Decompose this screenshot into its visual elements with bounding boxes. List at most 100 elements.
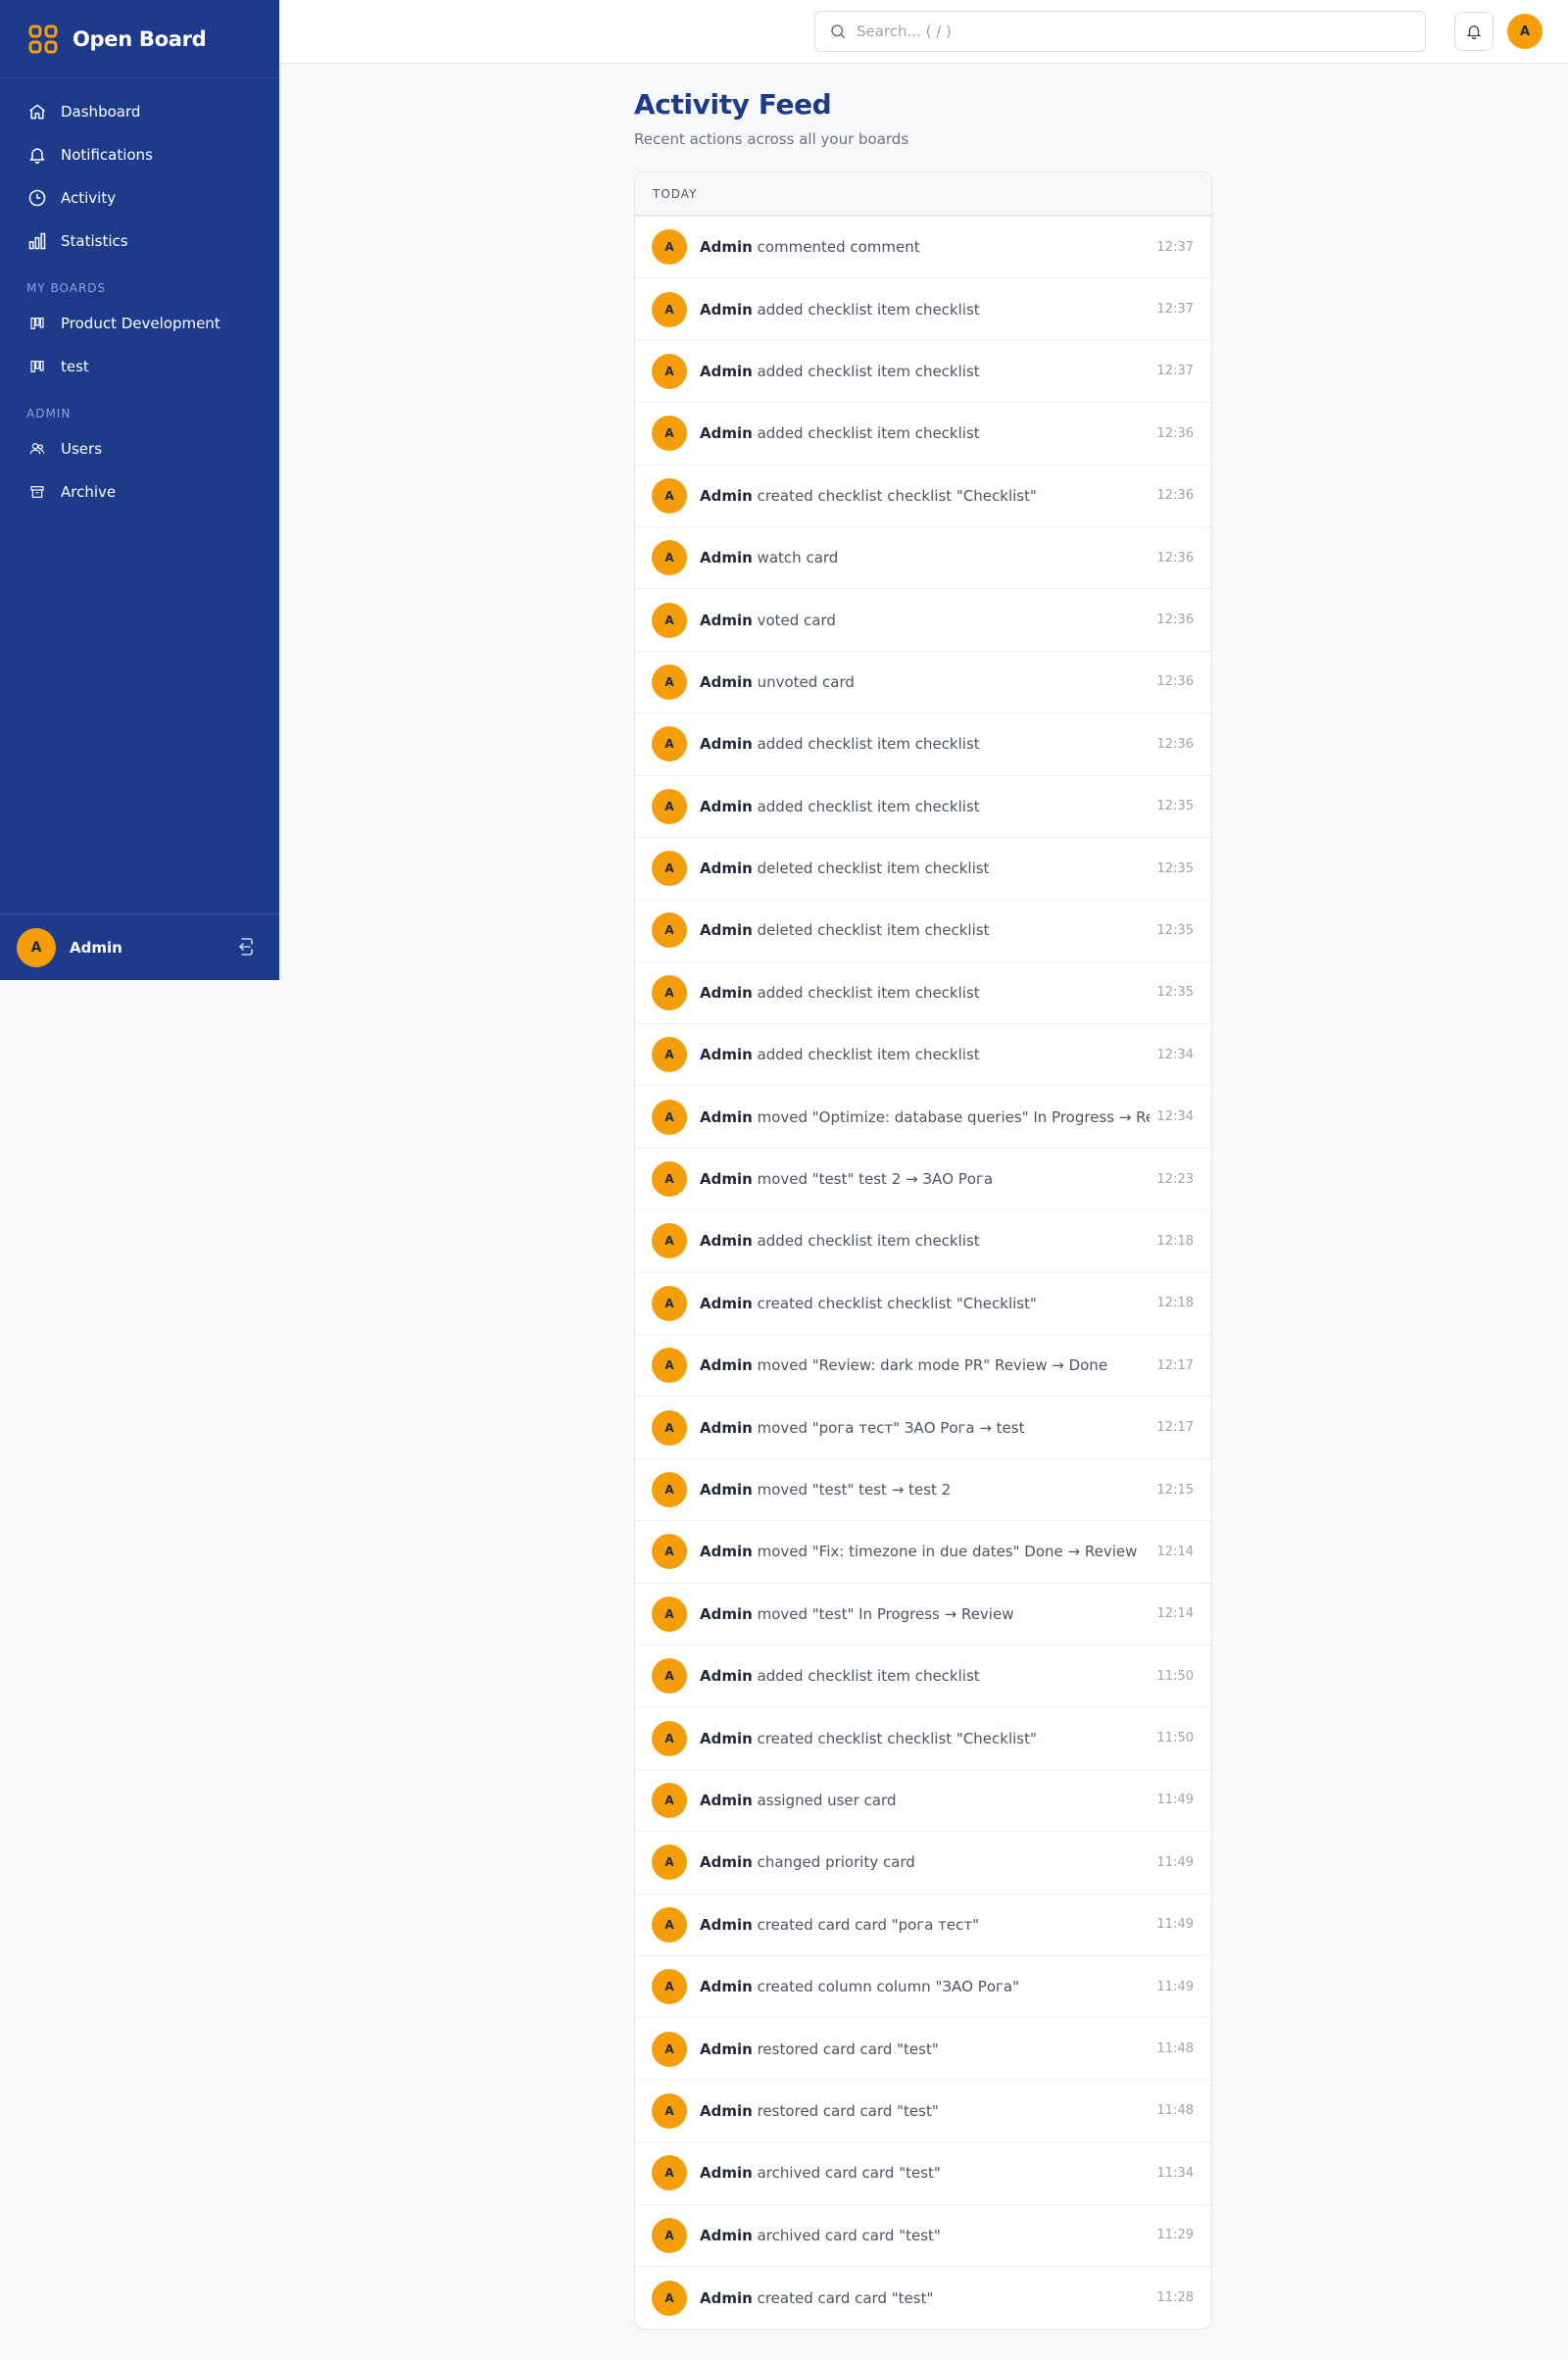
activity-user: Admin — [700, 735, 753, 754]
sidebar-item-notifications[interactable]: Notifications — [0, 133, 279, 176]
activity-action: created column column "ЗАО Рога" — [757, 1978, 1019, 1996]
list-item[interactable]: A Admin moved "рога тест" ЗАО Рога → test… — [635, 1397, 1211, 1459]
activity-user: Admin — [700, 1853, 753, 1872]
activity-action: moved "test" In Progress → Review — [757, 1604, 1014, 1623]
avatar: A — [652, 1782, 687, 1818]
notifications-button[interactable] — [1454, 12, 1494, 51]
sidebar-item-label: Archive — [61, 483, 117, 501]
list-item[interactable]: A Admin restored card card "test" 11:48 — [635, 2081, 1211, 2143]
list-item[interactable]: A Admin added checklist item checklist 12:… — [635, 403, 1211, 466]
clock-icon — [27, 188, 47, 208]
list-item[interactable]: A Admin moved "test" In Progress → Review… — [635, 1584, 1211, 1646]
activity-text: Admin unvoted card — [700, 673, 1150, 691]
list-item[interactable]: A Admin deleted checklist item checklist 1… — [635, 900, 1211, 962]
avatar[interactable]: A — [17, 927, 56, 967]
activity-time: 12:35 — [1156, 860, 1194, 876]
list-item[interactable]: A Admin moved "Review: dark mode PR" Revi… — [635, 1335, 1211, 1398]
activity-text: Admin added checklist item checklist — [700, 424, 1150, 442]
activity-user: Admin — [700, 797, 753, 815]
list-item[interactable]: A Admin added checklist item checklist 12:… — [635, 713, 1211, 776]
list-item[interactable]: A Admin unvoted card 12:36 — [635, 652, 1211, 714]
activity-user: Admin — [700, 238, 753, 257]
list-item[interactable]: A Admin commented comment 12:37 — [635, 217, 1211, 279]
activity-text: Admin created checklist checklist "Check… — [700, 487, 1150, 505]
list-item[interactable]: A Admin created checklist checklist "Chec… — [635, 1273, 1211, 1336]
avatar: A — [652, 1969, 687, 2005]
list-item[interactable]: A Admin moved "Optimize: database queries… — [635, 1086, 1211, 1149]
search-input[interactable] — [857, 23, 1405, 40]
activity-text: Admin created column column "ЗАО Рога" — [700, 1978, 1150, 1995]
activity-user: Admin — [700, 549, 753, 567]
user-avatar[interactable]: A — [1507, 14, 1543, 49]
sidebar-item-activity[interactable]: Activity — [0, 176, 279, 220]
archive-icon — [27, 482, 47, 502]
list-item[interactable]: A Admin archived card card "test" 11:29 — [635, 2205, 1211, 2267]
activity-time: 12:35 — [1156, 922, 1194, 938]
activity-user: Admin — [700, 362, 753, 380]
list-item[interactable]: A Admin moved "test" test → test 2 12:15 — [635, 1459, 1211, 1522]
board-icon — [27, 357, 47, 376]
avatar: A — [652, 726, 687, 762]
activity-time: 11:49 — [1156, 1917, 1194, 1933]
list-item[interactable]: A Admin created checklist checklist "Chec… — [635, 1707, 1211, 1770]
list-item[interactable]: A Admin added checklist item checklist 12:… — [635, 1210, 1211, 1273]
list-item[interactable]: A Admin created checklist checklist "Chec… — [635, 466, 1211, 527]
list-item[interactable]: A Admin created card card "рога тест" 11:4… — [635, 1894, 1211, 1956]
avatar: A — [652, 1037, 687, 1073]
list-item[interactable]: A Admin voted card 12:36 — [635, 589, 1211, 652]
activity-action: created checklist checklist "Checklist" — [757, 486, 1037, 505]
sidebar-item-statistics[interactable]: Statistics — [0, 220, 279, 263]
sidebar-user: A Admin — [0, 913, 279, 980]
list-item[interactable]: A Admin created column column "ЗАО Рога" 1… — [635, 1956, 1211, 2019]
activity-text: Admin created card card "рога тест" — [700, 1916, 1150, 1934]
search-box[interactable] — [814, 11, 1426, 52]
feed-group-label: TODAY — [635, 172, 1211, 217]
list-item[interactable]: A Admin assigned user card 11:49 — [635, 1770, 1211, 1833]
sidebar-item-dashboard[interactable]: Dashboard — [0, 90, 279, 133]
activity-time: 11:49 — [1156, 1854, 1194, 1870]
avatar: A — [652, 477, 687, 514]
activity-user: Admin — [700, 1107, 753, 1126]
brand[interactable]: Open Board — [0, 0, 279, 78]
sidebar-item-test[interactable]: test — [0, 345, 279, 388]
activity-action: added checklist item checklist — [757, 424, 980, 443]
avatar: A — [652, 291, 687, 327]
activity-text: Admin added checklist item checklist — [700, 798, 1150, 815]
sidebar-item-label: Dashboard — [61, 103, 141, 121]
list-item[interactable]: A Admin moved "Fix: timezone in due dates… — [635, 1521, 1211, 1584]
avatar: A — [652, 1844, 687, 1881]
activity-user: Admin — [700, 2226, 753, 2244]
sidebar-item-users[interactable]: Users — [0, 427, 279, 470]
list-item[interactable]: A Admin archived card card "test" 11:34 — [635, 2142, 1211, 2205]
list-item[interactable]: A Admin added checklist item checklist 11:… — [635, 1646, 1211, 1708]
activity-time: 11:48 — [1156, 2041, 1194, 2057]
list-item[interactable]: A Admin added checklist item checklist 12:… — [635, 776, 1211, 838]
list-item[interactable]: A Admin changed priority card 11:49 — [635, 1832, 1211, 1894]
list-item[interactable]: A Admin added checklist item checklist 12:… — [635, 962, 1211, 1025]
list-item[interactable]: A Admin added checklist item checklist 12:… — [635, 341, 1211, 404]
list-item[interactable]: A Admin deleted checklist item checklist 1… — [635, 838, 1211, 901]
activity-action: added checklist item checklist — [757, 1667, 980, 1686]
list-item[interactable]: A Admin watch card 12:36 — [635, 527, 1211, 590]
activity-time: 11:50 — [1156, 1668, 1194, 1684]
activity-text: Admin created checklist checklist "Check… — [700, 1295, 1150, 1312]
list-item[interactable]: A Admin added checklist item checklist 12:… — [635, 1024, 1211, 1087]
sidebar-item-product-development[interactable]: Product Development — [0, 302, 279, 345]
page-title: Activity Feed — [634, 88, 832, 121]
list-item[interactable]: A Admin created card card "test" 11:28 — [635, 2267, 1211, 2329]
activity-user: Admin — [700, 1294, 753, 1312]
list-item[interactable]: A Admin moved "test" test 2 → ЗАО Рога 12:… — [635, 1149, 1211, 1211]
avatar: A — [652, 416, 687, 452]
activity-user: Admin — [700, 486, 753, 505]
activity-action: restored card card "test" — [757, 2040, 939, 2058]
activity-action: changed priority card — [757, 1853, 915, 1872]
logout-icon[interactable] — [236, 936, 256, 958]
list-item[interactable]: A Admin added checklist item checklist 12:… — [635, 278, 1211, 341]
sidebar-item-archive[interactable]: Archive — [0, 470, 279, 514]
list-item[interactable]: A Admin restored card card "test" 11:48 — [635, 2018, 1211, 2081]
avatar: A — [652, 1348, 687, 1384]
activity-text: Admin moved "Fix: timezone in due dates"… — [700, 1543, 1150, 1560]
sidebar: Open Board Dashboard Notifications Activ… — [0, 0, 279, 980]
activity-user: Admin — [700, 2101, 753, 2120]
activity-action: moved "Fix: timezone in due dates" Done … — [757, 1543, 1138, 1561]
